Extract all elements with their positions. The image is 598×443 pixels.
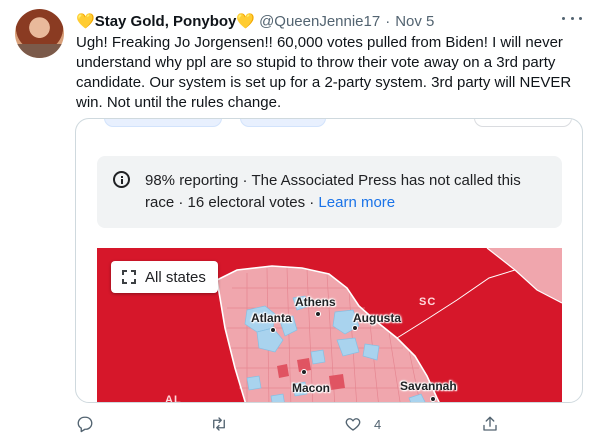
filter-chip — [104, 119, 222, 127]
state-label-al: AL — [165, 394, 182, 403]
like-button[interactable]: 4 — [344, 413, 381, 435]
city-label-macon: Macon — [292, 381, 331, 395]
reply-icon — [77, 416, 93, 433]
avatar[interactable] — [15, 9, 64, 58]
state-label-sc: SC — [419, 296, 437, 308]
city-marker — [301, 369, 307, 375]
tweet-date[interactable]: Nov 5 — [395, 13, 434, 30]
tweet-text: Ugh! Freaking Jo Jorgensen!! 60,000 vote… — [76, 34, 572, 111]
separator-dot: · — [385, 12, 391, 30]
all-states-label: All states — [145, 268, 206, 286]
retweet-icon — [213, 417, 225, 431]
info-icon — [113, 171, 130, 188]
notice-text: 98% reporting · The Associated Press has… — [145, 170, 545, 214]
share-button[interactable] — [481, 413, 499, 435]
filter-chip — [474, 119, 572, 127]
city-marker — [430, 396, 436, 402]
tweet-actions: 4 — [76, 413, 516, 435]
city-label-athens: Athens — [295, 295, 336, 309]
like-icon — [345, 418, 361, 431]
city-marker — [315, 311, 321, 317]
election-map[interactable]: All states SC AL Athens Atlanta Augusta … — [97, 248, 562, 403]
city-marker — [352, 325, 358, 331]
city-marker — [270, 327, 276, 333]
filter-chip — [240, 119, 326, 127]
learn-more-link[interactable]: Learn more — [318, 194, 395, 211]
city-label-savannah: Savannah — [400, 379, 457, 393]
display-name[interactable]: Stay Gold, Ponyboy — [95, 13, 237, 30]
city-label-atlanta: Atlanta — [251, 311, 292, 325]
user-handle[interactable]: @QueenJennie17 — [259, 13, 380, 30]
city-label-augusta: Augusta — [353, 311, 401, 325]
like-count: 4 — [374, 416, 382, 432]
reporting-notice: 98% reporting · The Associated Press has… — [97, 156, 562, 228]
heart-emoji-icon: 💛 — [236, 12, 256, 30]
tweet-header: 💛 Stay Gold, Ponyboy 💛 @QueenJennie17 · … — [76, 11, 574, 31]
reply-button[interactable] — [76, 413, 106, 435]
share-icon — [483, 416, 497, 431]
more-options-icon[interactable] — [562, 12, 582, 24]
expand-icon — [121, 269, 137, 285]
media-card[interactable]: 98% reporting · The Associated Press has… — [75, 118, 583, 403]
heart-emoji-icon: 💛 — [76, 12, 95, 30]
all-states-button[interactable]: All states — [111, 261, 218, 293]
retweet-button[interactable] — [210, 413, 240, 435]
